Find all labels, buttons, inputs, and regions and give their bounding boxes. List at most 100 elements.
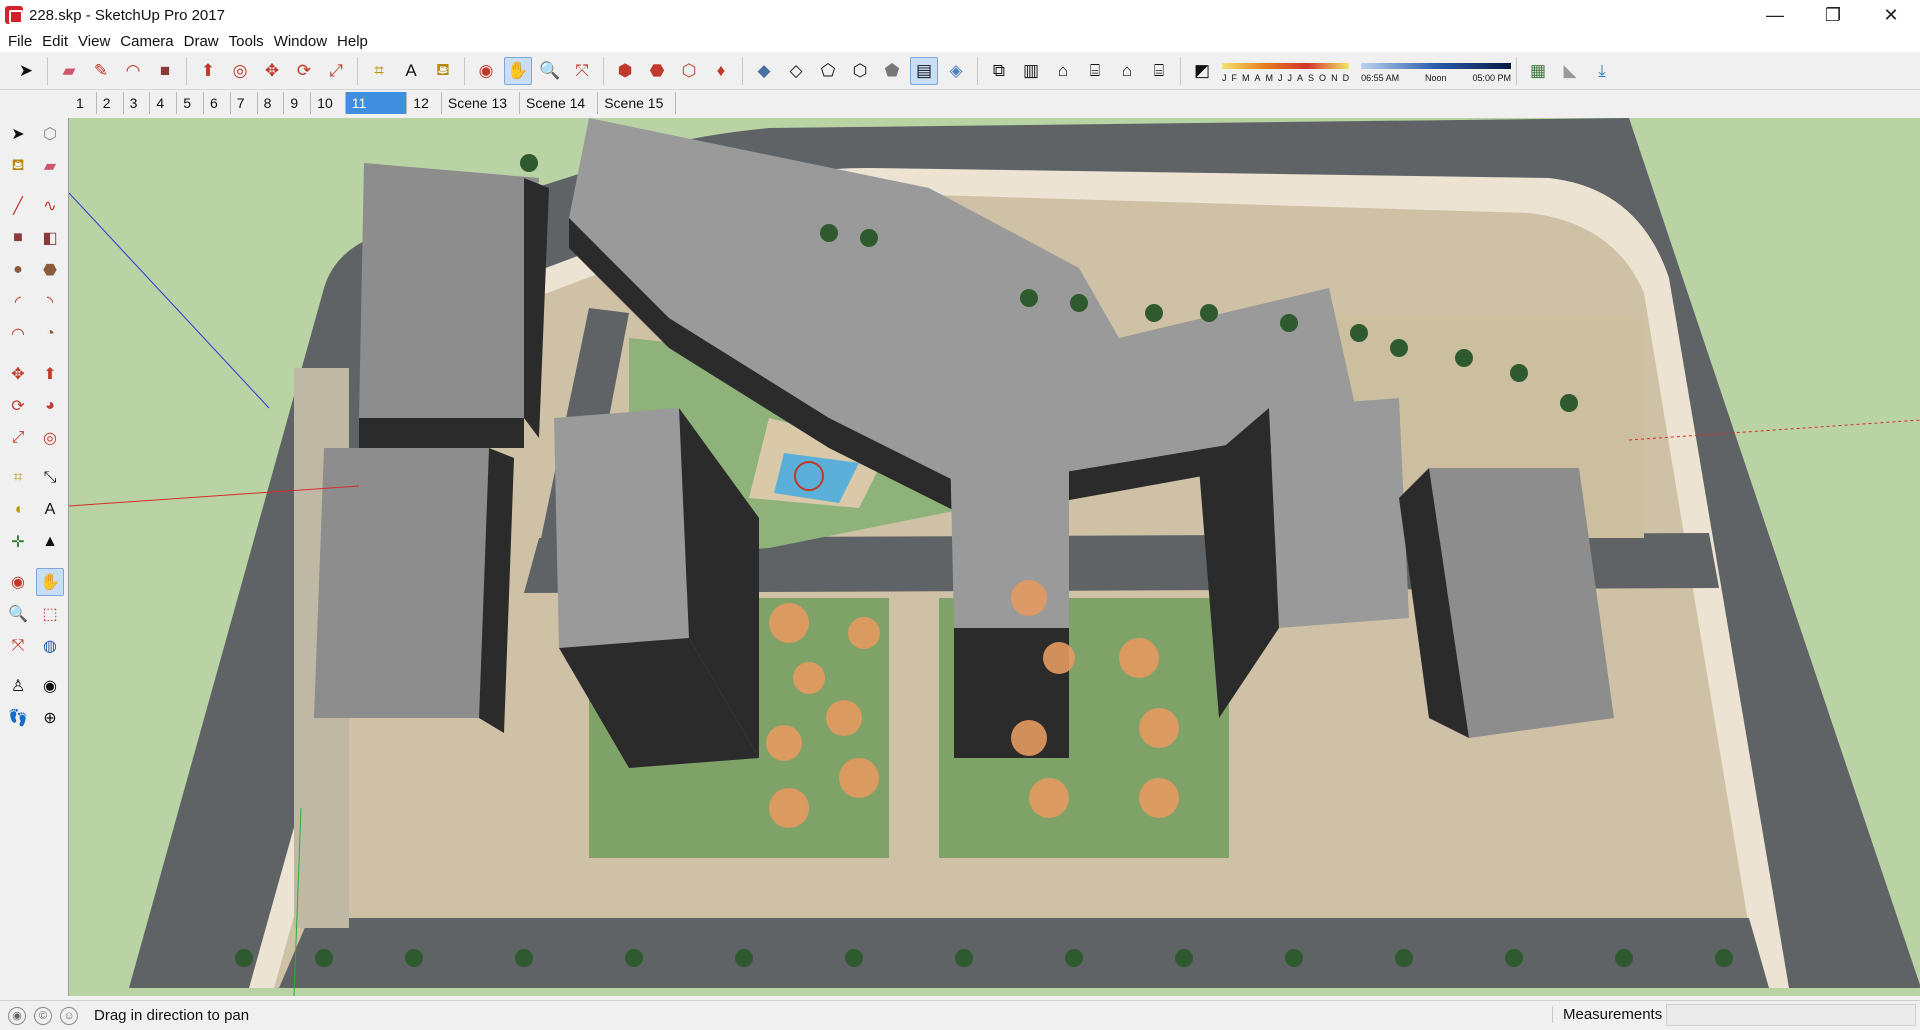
line-icon[interactable]: ╱ xyxy=(4,192,32,220)
measurements-input[interactable] xyxy=(1666,1004,1916,1026)
scene-tab[interactable]: 10 xyxy=(311,92,346,114)
walk-icon[interactable]: 👣 xyxy=(4,704,32,732)
move-icon[interactable]: ✥ xyxy=(4,360,32,388)
section-plane-icon[interactable]: ⊕ xyxy=(36,704,64,732)
eraser-tool-icon[interactable]: ▰ xyxy=(55,57,83,85)
wireframe-style-icon[interactable]: ⬠ xyxy=(814,57,842,85)
share-model-icon[interactable]: ⬣ xyxy=(643,57,671,85)
axes-icon[interactable]: ✛ xyxy=(4,528,32,556)
arc-tool-icon[interactable]: ◠ xyxy=(119,57,147,85)
rotated-rectangle-icon[interactable]: ◧ xyxy=(36,224,64,252)
tape-measure-icon[interactable]: ⌗ xyxy=(4,464,32,492)
scene-tab[interactable]: 2 xyxy=(97,92,124,114)
scale-icon[interactable]: ⤢ xyxy=(4,424,32,452)
rotate-icon[interactable]: ⟳ xyxy=(4,392,32,420)
offset-tool-icon[interactable]: ◎ xyxy=(226,57,254,85)
minimize-button[interactable]: — xyxy=(1746,0,1804,30)
menu-view[interactable]: View xyxy=(76,33,118,50)
previous-view-icon[interactable]: ◍ xyxy=(36,632,64,660)
scene-tab[interactable]: 3 xyxy=(124,92,151,114)
circle-icon[interactable]: ● xyxy=(4,256,32,284)
shadows-toggle-icon[interactable]: ◩ xyxy=(1188,57,1216,85)
scene-tab[interactable]: 8 xyxy=(258,92,285,114)
menu-file[interactable]: File xyxy=(6,33,40,50)
restore-button[interactable]: ❐ xyxy=(1804,0,1862,30)
iso-view-icon[interactable]: ⧉ xyxy=(985,57,1013,85)
close-button[interactable]: ✕ xyxy=(1862,0,1920,30)
model-viewport[interactable] xyxy=(68,118,1920,996)
pan-icon[interactable]: ✋ xyxy=(36,568,64,596)
text-icon[interactable]: A xyxy=(36,496,64,524)
protractor-icon[interactable]: ◖ xyxy=(4,496,32,524)
toggle-terrain-icon[interactable]: ◣ xyxy=(1556,57,1584,85)
scene-tab[interactable]: Scene 14 xyxy=(520,92,599,114)
pencil-line-tool-icon[interactable]: ✎ xyxy=(87,57,115,85)
back-edges-style-icon[interactable]: ◇ xyxy=(782,57,810,85)
three-point-arc-icon[interactable]: ◠ xyxy=(4,320,32,348)
text-tool-icon[interactable]: A xyxy=(397,57,425,85)
paint-bucket-icon[interactable]: ⛾ xyxy=(4,152,32,180)
geolocation-icon[interactable]: ◉ xyxy=(8,1006,26,1025)
back-view-icon[interactable]: ⌂ xyxy=(1113,57,1141,85)
tape-measure-tool-icon[interactable]: ⌗ xyxy=(365,57,393,85)
zoom-icon[interactable]: 🔍 xyxy=(4,600,32,628)
zoom-tool-icon[interactable]: 🔍 xyxy=(536,57,564,85)
dimension-icon[interactable]: ⤡ xyxy=(36,464,64,492)
arc-icon[interactable]: ◜ xyxy=(4,288,32,316)
orbit-tool-icon[interactable]: ◉ xyxy=(472,57,500,85)
scene-tab[interactable]: 4 xyxy=(150,92,178,114)
xray-style-icon[interactable]: ◆ xyxy=(750,57,778,85)
warehouse-icon[interactable]: ⬢ xyxy=(611,57,639,85)
rectangle-tool-icon[interactable]: ■ xyxy=(151,57,179,85)
month-slider[interactable]: J F M A M J J A S O N D xyxy=(1222,57,1350,85)
scene-tab[interactable]: 6 xyxy=(204,92,231,114)
scene-tab-active[interactable]: 11 xyxy=(345,92,408,114)
menu-camera[interactable]: Camera xyxy=(118,33,181,50)
front-view-icon[interactable]: ⌂ xyxy=(1049,57,1077,85)
scene-tab[interactable]: Scene 13 xyxy=(442,92,521,114)
move-tool-icon[interactable]: ✥ xyxy=(258,57,286,85)
freehand-icon[interactable]: ∿ xyxy=(36,192,64,220)
zoom-extents-tool-icon[interactable]: ⤧ xyxy=(568,57,596,85)
push-pull-tool-icon[interactable]: ⬆ xyxy=(194,57,222,85)
scene-tab[interactable]: 5 xyxy=(177,92,204,114)
look-around-icon[interactable]: ◉ xyxy=(36,672,64,700)
scene-tab[interactable]: Scene 15 xyxy=(598,92,677,114)
extension-warehouse-icon[interactable]: ♦ xyxy=(707,57,735,85)
scene-tab[interactable]: 12 xyxy=(407,92,442,114)
follow-me-icon[interactable]: ◕ xyxy=(36,392,64,420)
menu-help[interactable]: Help xyxy=(335,33,376,50)
scene-tab[interactable]: 1 xyxy=(70,92,97,114)
add-location-icon[interactable]: ▦ xyxy=(1524,57,1552,85)
polygon-icon[interactable]: ⬣ xyxy=(36,256,64,284)
shaded-textures-style-icon[interactable]: ▤ xyxy=(910,56,938,85)
orbit-icon[interactable]: ◉ xyxy=(4,568,32,596)
menu-tools[interactable]: Tools xyxy=(227,33,272,50)
3d-text-icon[interactable]: ▲ xyxy=(36,528,64,556)
zoom-extents-icon[interactable]: ⤧ xyxy=(4,632,32,660)
rectangle-icon[interactable]: ■ xyxy=(4,224,32,252)
scale-tool-icon[interactable]: ⤢ xyxy=(322,57,350,85)
scene-tab[interactable]: 9 xyxy=(284,92,312,114)
select-tool-icon[interactable]: ➤ xyxy=(12,57,40,85)
monochrome-style-icon[interactable]: ◈ xyxy=(942,57,970,85)
menu-window[interactable]: Window xyxy=(272,33,335,50)
pie-icon[interactable]: ◔ xyxy=(36,320,64,348)
hidden-line-style-icon[interactable]: ⬡ xyxy=(846,57,874,85)
push-pull-icon[interactable]: ⬆ xyxy=(36,360,64,388)
left-view-icon[interactable]: ⌸ xyxy=(1145,57,1173,85)
pan-tool-icon[interactable]: ✋ xyxy=(504,56,532,85)
right-view-icon[interactable]: ⌸ xyxy=(1081,57,1109,85)
top-view-icon[interactable]: ▥ xyxy=(1017,57,1045,85)
menu-draw[interactable]: Draw xyxy=(182,33,227,50)
photo-textures-icon[interactable]: ⤓ xyxy=(1588,57,1616,85)
paint-bucket-tool-icon[interactable]: ⛾ xyxy=(429,57,457,85)
time-slider[interactable]: 06:55 AM Noon 05:00 PM xyxy=(1361,57,1512,85)
menu-edit[interactable]: Edit xyxy=(40,33,76,50)
two-point-arc-icon[interactable]: ◝ xyxy=(36,288,64,316)
make-component-icon[interactable]: ⬡ xyxy=(36,120,64,148)
credits-icon[interactable]: © xyxy=(34,1006,52,1025)
zoom-window-icon[interactable]: ⬚ xyxy=(36,600,64,628)
scene-tab[interactable]: 7 xyxy=(231,92,258,114)
share-component-icon[interactable]: ⬡ xyxy=(675,57,703,85)
